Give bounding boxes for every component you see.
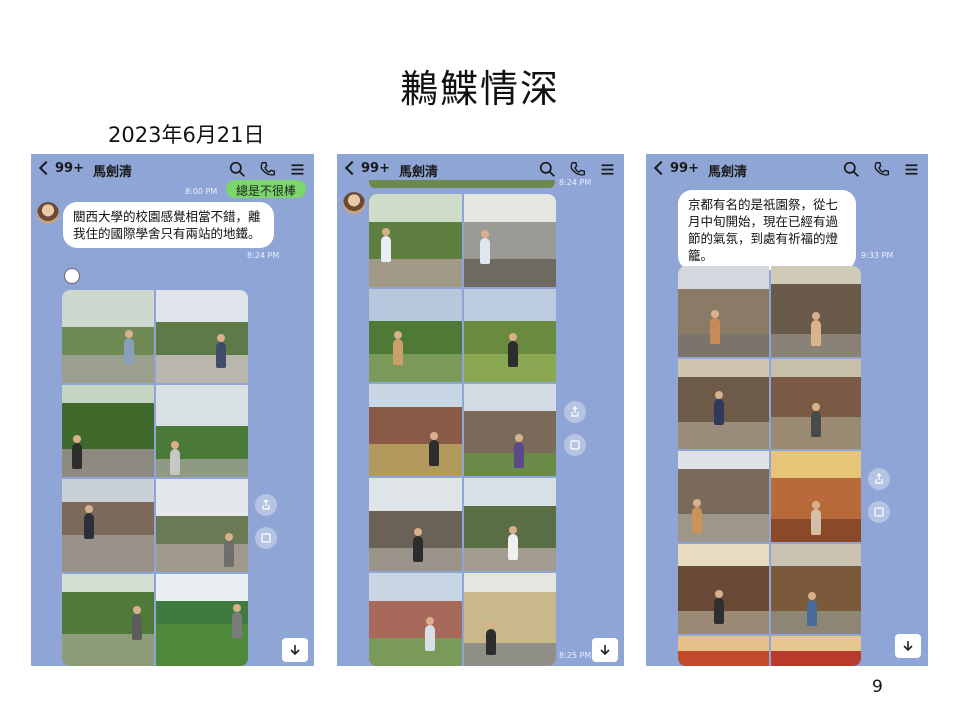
phone-icon[interactable] xyxy=(870,158,892,180)
photo[interactable] xyxy=(156,479,248,572)
back-icon[interactable] xyxy=(653,160,669,176)
scroll-down-button[interactable] xyxy=(592,638,618,662)
photo-album[interactable] xyxy=(678,266,861,666)
photo[interactable] xyxy=(770,358,861,449)
screen-button[interactable] xyxy=(564,434,586,456)
chat-screenshot-1: 99+ 馬劍清 總是不很棒 8:00 PM 關西大學的校園感覺相當不錯，離我住的… xyxy=(31,154,314,666)
slide-title: 鶼鰈情深 xyxy=(399,67,560,111)
menu-icon[interactable] xyxy=(596,158,618,180)
photo[interactable] xyxy=(678,543,769,634)
avatar[interactable] xyxy=(343,192,365,214)
screen-button[interactable] xyxy=(255,527,277,549)
scroll-down-button[interactable] xyxy=(895,634,921,658)
unread-count[interactable]: 99+ xyxy=(55,161,84,176)
screen-icon xyxy=(261,533,271,543)
chat-header: 99+ 馬劍清 xyxy=(646,154,928,186)
chat-screenshot-2: 99+ 馬劍清 8:24 PM 8:25 PM xyxy=(337,154,624,666)
photo[interactable] xyxy=(62,479,154,572)
photo[interactable] xyxy=(62,290,154,383)
share-icon xyxy=(875,473,883,484)
slide-date: 2023年6月21日 xyxy=(108,123,265,147)
menu-icon[interactable] xyxy=(286,158,308,180)
share-button[interactable] xyxy=(564,401,586,423)
share-icon xyxy=(571,406,579,417)
search-icon[interactable] xyxy=(226,158,248,180)
photo-album[interactable] xyxy=(369,194,556,666)
avatar[interactable] xyxy=(37,202,59,224)
photo[interactable] xyxy=(463,478,556,572)
menu-icon[interactable] xyxy=(900,158,922,180)
arrow-down-icon xyxy=(290,645,300,656)
screen-button[interactable] xyxy=(868,501,890,523)
photo[interactable] xyxy=(770,266,861,357)
photo[interactable] xyxy=(156,573,248,666)
photo[interactable] xyxy=(369,573,462,666)
photo[interactable] xyxy=(678,358,769,449)
photo[interactable] xyxy=(463,194,556,287)
back-icon[interactable] xyxy=(38,160,54,176)
arrow-down-icon xyxy=(600,645,610,656)
phone-icon[interactable] xyxy=(256,158,278,180)
contact-name: 馬劍清 xyxy=(93,165,133,180)
chat-screenshot-3: 99+ 馬劍清 京都有名的是祇園祭，從七月中旬開始，現在已經有過節的氣氛，到處有… xyxy=(646,154,928,666)
page-number: 9 xyxy=(872,677,883,697)
photo[interactable] xyxy=(369,194,462,287)
photo[interactable] xyxy=(156,290,248,383)
previous-photo-strip[interactable] xyxy=(369,180,555,188)
photo[interactable] xyxy=(463,288,556,382)
contact-name: 馬劍清 xyxy=(399,165,439,180)
search-icon[interactable] xyxy=(840,158,862,180)
photo[interactable] xyxy=(678,636,769,666)
photo[interactable] xyxy=(770,636,861,666)
share-icon xyxy=(262,499,270,510)
photo-album[interactable] xyxy=(62,290,248,666)
unread-count[interactable]: 99+ xyxy=(670,161,699,176)
photo[interactable] xyxy=(770,451,861,542)
photo[interactable] xyxy=(369,478,462,572)
message-time: 8:00 PM xyxy=(185,187,218,196)
photo[interactable] xyxy=(770,543,861,634)
photo[interactable] xyxy=(369,383,462,477)
message-time: 8:24 PM xyxy=(559,178,592,187)
arrow-down-icon xyxy=(903,641,913,652)
share-button[interactable] xyxy=(868,468,890,490)
reaction-icon[interactable] xyxy=(64,268,80,284)
message-time: 8:24 PM xyxy=(247,251,280,260)
screen-icon xyxy=(570,440,580,450)
message-bubble[interactable]: 關西大學的校園感覺相當不錯，離我住的國際學舍只有兩站的地鐵。 xyxy=(63,202,274,248)
unread-count[interactable]: 99+ xyxy=(361,161,390,176)
sent-message[interactable]: 總是不很棒 xyxy=(226,180,307,198)
photo[interactable] xyxy=(62,384,154,477)
message-bubble[interactable]: 京都有名的是祇園祭，從七月中旬開始，現在已經有過節的氣氛，到處有祈福的燈籠。 xyxy=(678,190,856,270)
photo[interactable] xyxy=(678,451,769,542)
photo[interactable] xyxy=(678,266,769,357)
phone-icon[interactable] xyxy=(566,158,588,180)
scroll-down-button[interactable] xyxy=(282,638,308,662)
photo[interactable] xyxy=(463,573,556,666)
contact-name: 馬劍清 xyxy=(708,165,748,180)
screen-icon xyxy=(874,507,884,517)
photo[interactable] xyxy=(156,384,248,477)
message-time: 9:33 PM xyxy=(861,251,894,260)
share-button[interactable] xyxy=(255,494,277,516)
photo[interactable] xyxy=(369,288,462,382)
back-icon[interactable] xyxy=(344,160,360,176)
photo[interactable] xyxy=(463,383,556,477)
message-time: 8:25 PM xyxy=(559,651,592,660)
search-icon[interactable] xyxy=(536,158,558,180)
photo[interactable] xyxy=(62,573,154,666)
